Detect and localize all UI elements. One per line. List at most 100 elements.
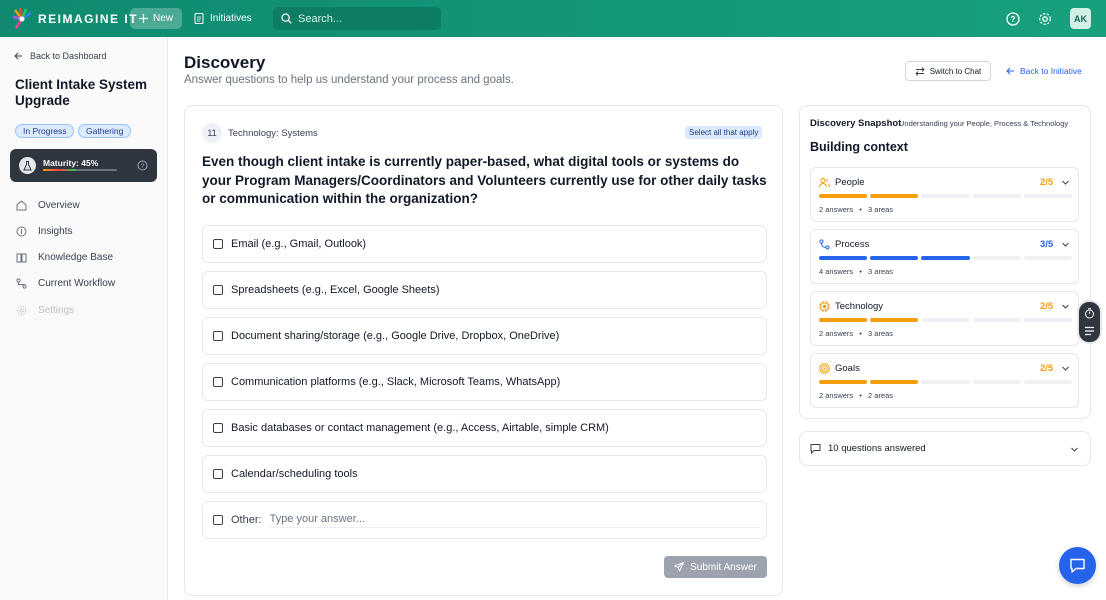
other-answer-input[interactable] (269, 512, 760, 528)
area-card-technology[interactable]: Technology 2/5 2 answers • 3 areas (810, 291, 1079, 346)
arrow-left-icon (14, 52, 22, 60)
area-answers: 2 answers (819, 329, 854, 338)
back-to-dashboard-link[interactable]: Back to Dashboard (14, 51, 107, 61)
area-card-people[interactable]: People 2/5 2 answers • 3 areas (810, 167, 1079, 222)
sidebar-item-insights[interactable]: Insights (16, 223, 72, 239)
option-checkbox[interactable] (213, 515, 223, 525)
help-circle-icon[interactable]: ? (137, 160, 148, 171)
book-icon (16, 253, 27, 262)
question-text: Even though client intake is currently p… (202, 154, 767, 206)
area-areas: 3 areas (868, 329, 894, 338)
area-progress-segment (870, 194, 919, 198)
brand-logo[interactable]: REIMAGINE IT (12, 7, 138, 30)
area-meta-separator: • (859, 329, 862, 338)
sidebar-item-label: Insights (38, 225, 73, 237)
workflow-icon (819, 239, 830, 250)
logo-icon (12, 7, 32, 29)
area-progress-segment (870, 256, 919, 260)
send-icon (674, 562, 685, 572)
option-checkbox[interactable] (213, 331, 223, 341)
area-card-process[interactable]: Process 3/5 4 answers • 3 areas (810, 229, 1079, 284)
sidebar-item-knowledge-base[interactable]: Knowledge Base (16, 249, 113, 265)
area-meta: 2 answers • 3 areas (819, 329, 893, 338)
area-progress-segment (1023, 318, 1073, 322)
option-checkbox[interactable] (213, 377, 223, 387)
area-meta: 2 answers • 2 areas (819, 391, 893, 400)
search-icon (281, 13, 292, 24)
snapshot-subtitle: Understanding your People, Process & Tec… (899, 119, 1069, 128)
search-input[interactable] (298, 12, 428, 25)
sidebar-item-overview[interactable]: Overview (16, 197, 80, 213)
arrow-left-icon (1006, 67, 1014, 75)
area-progress-segment (921, 194, 970, 198)
area-progress-segment (921, 318, 970, 322)
area-progress-segment (921, 380, 970, 384)
area-meta-separator: • (859, 205, 862, 214)
area-progress-segment (819, 380, 868, 384)
chevron-down-icon[interactable] (1061, 240, 1070, 249)
option-checkbox[interactable] (213, 285, 223, 295)
submit-answer-button[interactable]: Submit Answer (664, 556, 767, 578)
area-areas: 2 areas (868, 391, 894, 400)
discovery-snapshot-panel: Discovery Snapshot Understanding your Pe… (799, 105, 1091, 419)
top-bar: REIMAGINE IT New Initiatives ? AK (0, 0, 1106, 37)
initiatives-label: Initiatives (210, 13, 252, 24)
snapshot-heading: Building context (810, 140, 908, 154)
question-category: Technology: Systems (228, 128, 318, 139)
chevron-down-icon[interactable] (1061, 364, 1070, 373)
sidebar-item-label: Current Workflow (38, 277, 116, 289)
switch-to-chat-label: Switch to Chat (929, 66, 982, 76)
chat-fab-button[interactable] (1059, 547, 1096, 584)
status-badge-in-progress: In Progress (15, 124, 75, 138)
option-spreadsheets[interactable]: Spreadsheets (e.g., Excel, Google Sheets… (202, 271, 767, 309)
option-communication-platforms[interactable]: Communication platforms (e.g., Slack, Mi… (202, 363, 767, 401)
area-progress-segment (972, 380, 1021, 384)
swap-icon (915, 66, 925, 76)
option-email[interactable]: Email (e.g., Gmail, Outlook) (202, 225, 767, 263)
area-progress (819, 194, 1073, 198)
maturity-label: Maturity: 45% (43, 158, 99, 168)
option-checkbox[interactable] (213, 423, 223, 433)
maturity-card[interactable]: Maturity: 45% ? (10, 149, 157, 182)
area-progress (819, 380, 1073, 384)
svg-text:?: ? (141, 163, 145, 170)
area-progress-segment (819, 194, 868, 198)
sidebar-item-current-workflow[interactable]: Current Workflow (16, 275, 115, 291)
option-basic-databases[interactable]: Basic databases or contact management (e… (202, 409, 767, 447)
avatar[interactable]: AK (1070, 8, 1091, 29)
sidebar-item-label: Knowledge Base (38, 251, 114, 263)
option-checkbox[interactable] (213, 469, 223, 479)
option-document-sharing[interactable]: Document sharing/storage (e.g., Google D… (202, 317, 767, 355)
timer-icon[interactable] (1084, 308, 1095, 319)
lightbulb-icon (16, 226, 27, 236)
area-card-goals[interactable]: Goals 2/5 2 answers • 2 areas (810, 353, 1079, 408)
option-checkbox[interactable] (213, 239, 223, 249)
area-answers: 4 answers (819, 267, 854, 276)
questions-answered-label: 10 questions answered (828, 443, 926, 454)
option-other[interactable]: Other: (202, 501, 767, 539)
page-subtitle: Answer questions to help us understand y… (184, 74, 514, 86)
help-button[interactable]: ? (1004, 10, 1021, 27)
chevron-down-icon[interactable] (1061, 178, 1070, 187)
area-progress-segment (921, 256, 970, 260)
initiatives-link[interactable]: Initiatives (194, 8, 252, 29)
area-score: 2/5 (1040, 177, 1054, 188)
switch-to-chat-button[interactable]: Switch to Chat (905, 61, 991, 81)
settings-button[interactable] (1036, 10, 1053, 27)
option-calendar[interactable]: Calendar/scheduling tools (202, 455, 767, 493)
list-icon[interactable] (1084, 326, 1095, 336)
home-icon (16, 199, 27, 210)
search-box[interactable] (273, 7, 441, 30)
questions-answered-panel[interactable]: 10 questions answered (799, 431, 1091, 466)
gear-icon (16, 305, 27, 315)
select-all-hint: Select all that apply (685, 126, 763, 139)
area-meta-separator: • (859, 391, 862, 400)
area-name: Process (835, 239, 870, 250)
area-progress-segment (1023, 256, 1073, 260)
flask-icon (19, 157, 36, 174)
sidebar-item-label: Settings (38, 304, 75, 316)
new-button[interactable]: New (130, 8, 182, 29)
chevron-down-icon[interactable] (1061, 302, 1070, 311)
back-to-initiative-link[interactable]: Back to Initiative (1006, 66, 1082, 76)
maturity-progress-fill (43, 169, 77, 171)
